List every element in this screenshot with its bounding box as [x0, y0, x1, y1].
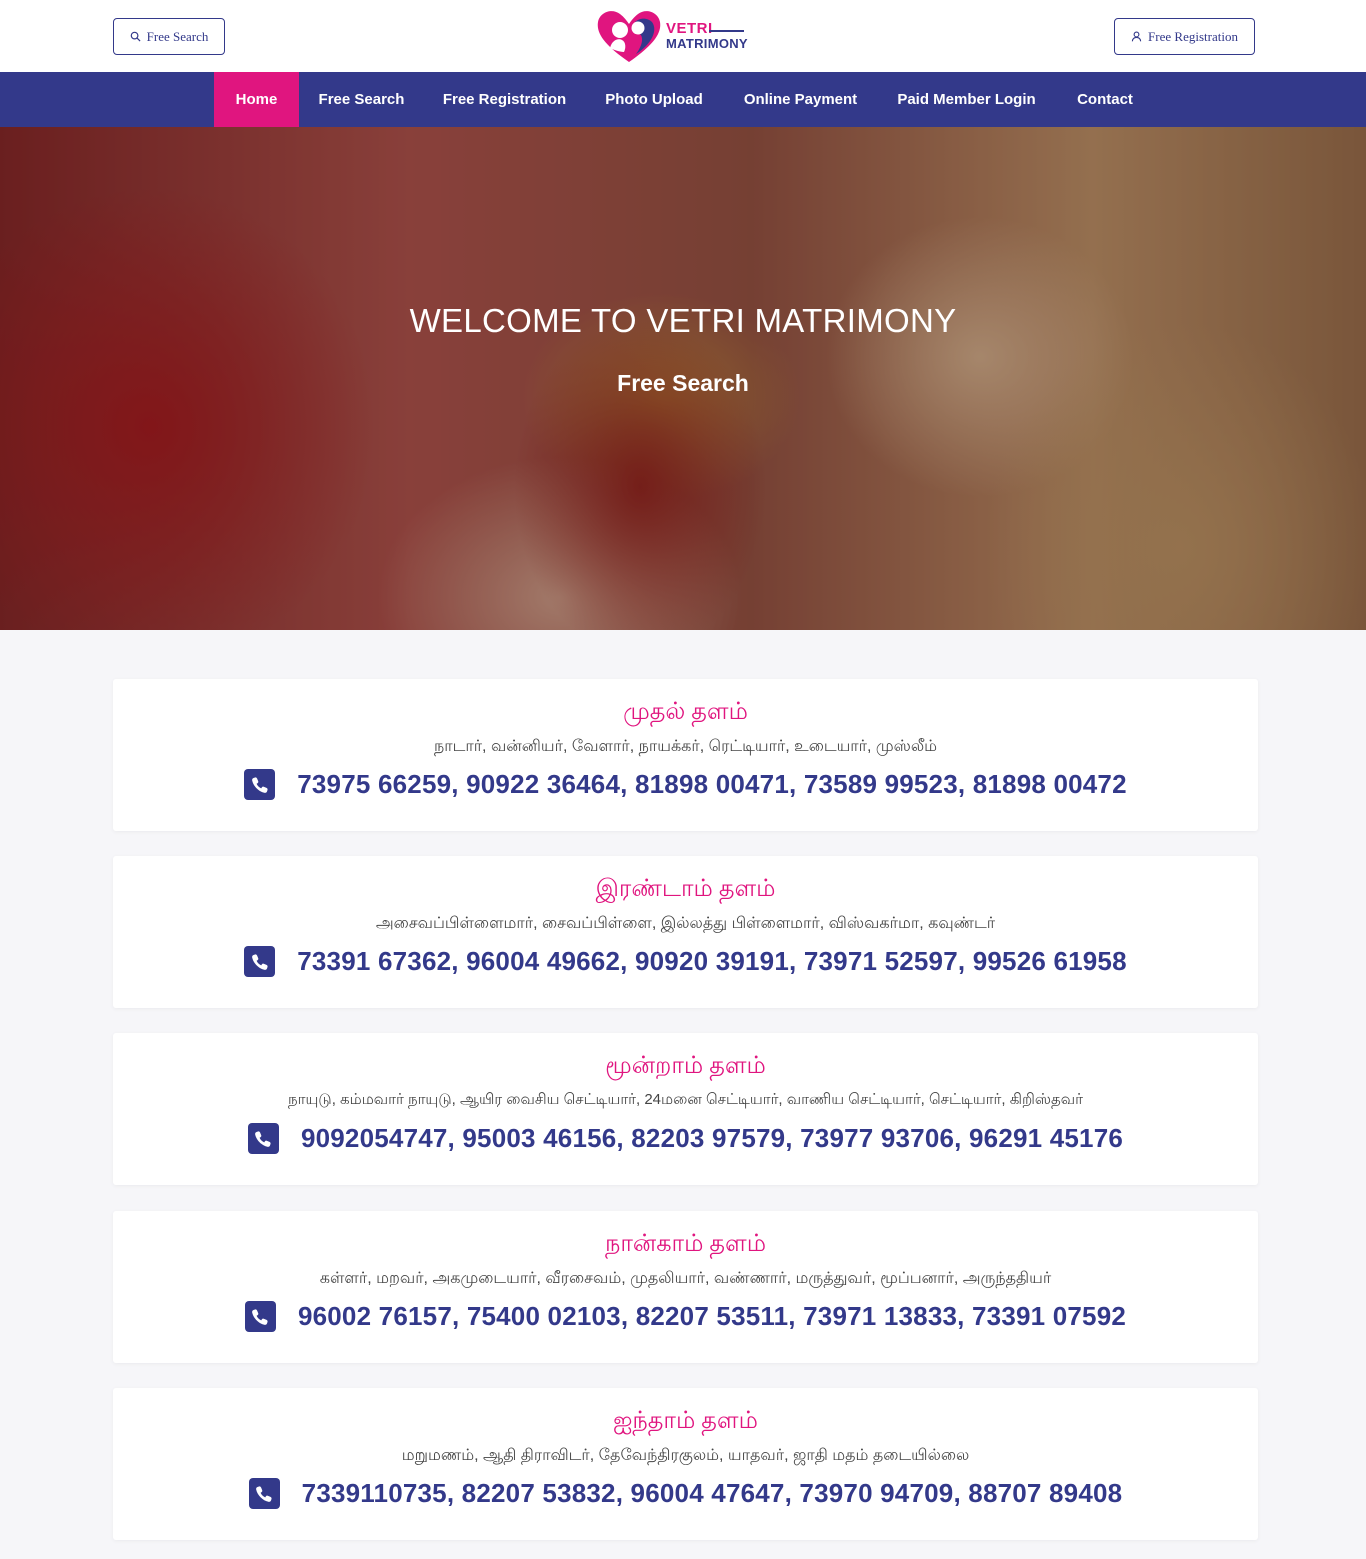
phone-numbers[interactable]: 7339110735, 82207 53832, 96004 47647, 73… [302, 1478, 1123, 1509]
free-registration-button-label: Free Registration [1148, 28, 1238, 44]
nav-item-online-payment[interactable]: Online Payment [723, 72, 878, 127]
phone-icon [247, 1123, 279, 1154]
hero-banner: WELCOME TO VETRI MATRIMONY Free Search [0, 127, 1366, 630]
nav-item-paid-member-login[interactable]: Paid Member Login [878, 72, 1055, 127]
nav-item-photo-upload[interactable]: Photo Upload [585, 72, 723, 127]
phone-numbers[interactable]: 73975 66259, 90922 36464, 81898 00471, 7… [297, 769, 1127, 800]
floor-phones-row: 73975 66259, 90922 36464, 81898 00471, 7… [113, 769, 1258, 800]
logo-line-1: VETRI [666, 21, 748, 36]
floor-phones-row: 96002 76157, 75400 02103, 82207 53511, 7… [113, 1301, 1258, 1332]
heart-couple-logo-icon [597, 11, 661, 62]
nav-item-home[interactable]: Home [214, 72, 299, 127]
logo[interactable]: VETRI MATRIMONY [596, 8, 756, 64]
phone-icon [248, 1478, 280, 1509]
phone-icon [244, 769, 276, 800]
floor-castes: நாயுடு, கம்மவார் நாயுடு, ஆயிர வைசிய செட்… [287, 1091, 1083, 1108]
floor-title: ஐந்தாம் தளம் [613, 1408, 758, 1434]
phone-icon [244, 946, 276, 977]
nav-item-free-search[interactable]: Free Search [299, 72, 424, 127]
floor-castes: அசைவப்பிள்ளைமார், சைவப்பிள்ளை, இல்லத்து … [375, 915, 996, 932]
free-registration-button[interactable]: Free Registration [1114, 18, 1255, 55]
floor-castes: நாடார், வன்னியர், வேளார், நாயக்கர், ரெட்… [433, 738, 938, 755]
top-header: Free Search VETRI MATRIMONY Free Registr… [0, 0, 1366, 72]
logo-line-2: MATRIMONY [666, 36, 748, 51]
phone-numbers[interactable]: 73391 67362, 96004 49662, 90920 39191, 7… [297, 946, 1127, 977]
floor-card: இரண்டாம் தளம் அசைவப்பிள்ளைமார், சைவப்பிள… [113, 856, 1258, 1008]
floor-card: முதல் தளம் நாடார், வன்னியர், வேளார், நாய… [113, 679, 1258, 831]
logo-text: VETRI MATRIMONY [666, 21, 748, 51]
hero-title: WELCOME TO VETRI MATRIMONY [409, 302, 957, 339]
floor-card: மூன்றாம் தளம் நாயுடு, கம்மவார் நாயுடு, ஆ… [113, 1033, 1258, 1185]
main-nav: Home Free Search Free Registration Photo… [0, 72, 1366, 127]
free-search-button[interactable]: Free Search [113, 18, 225, 55]
search-icon [130, 31, 141, 42]
floor-title: நான்காம் தளம் [604, 1231, 766, 1257]
floor-title: இரண்டாம் தளம் [595, 876, 776, 902]
hero-free-search-link[interactable]: Free Search [0, 370, 1366, 397]
floor-phones-row: 73391 67362, 96004 49662, 90920 39191, 7… [113, 946, 1258, 977]
free-search-button-label: Free Search [146, 28, 209, 44]
floor-title: முதல் தளம் [623, 699, 748, 725]
phone-icon [244, 1301, 276, 1332]
nav-item-contact[interactable]: Contact [1055, 72, 1155, 127]
phone-numbers[interactable]: 9092054747, 95003 46156, 82203 97579, 73… [301, 1123, 1123, 1154]
floor-card: நான்காம் தளம் கள்ளர், மறவர், அகமுடையார்,… [113, 1211, 1258, 1363]
phone-numbers[interactable]: 96002 76157, 75400 02103, 82207 53511, 7… [298, 1301, 1126, 1332]
floor-castes: மறுமணம், ஆதி திராவிடர், தேவேந்திரகுலம், … [401, 1447, 970, 1464]
floor-card: ஐந்தாம் தளம் மறுமணம், ஆதி திராவிடர், தேவ… [113, 1388, 1258, 1540]
user-icon [1131, 31, 1142, 42]
floor-phones-row: 9092054747, 95003 46156, 82203 97579, 73… [113, 1123, 1258, 1154]
floor-title: மூன்றாம் தளம் [605, 1053, 766, 1079]
floor-phones-row: 7339110735, 82207 53832, 96004 47647, 73… [113, 1478, 1258, 1509]
nav-item-free-registration[interactable]: Free Registration [424, 72, 585, 127]
floor-castes: கள்ளர், மறவர், அகமுடையார், வீரசைவம், முத… [319, 1270, 1052, 1287]
